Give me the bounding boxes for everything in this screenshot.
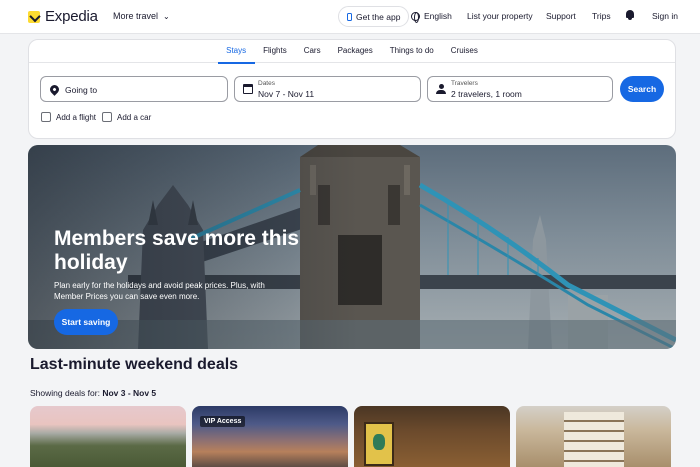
search-tabs: Stays Flights Cars Packages Things to do… xyxy=(29,40,675,64)
top-header: Expedia More travel ⌄ Get the app Englis… xyxy=(0,0,700,34)
deal-card-2[interactable]: VIP Access xyxy=(192,406,348,467)
hero-subtitle: Plan early for the holidays and avoid pe… xyxy=(54,281,265,301)
travelers-value: 2 travelers, 1 room xyxy=(451,89,522,99)
wall-art-image xyxy=(364,422,394,466)
tab-flights[interactable]: Flights xyxy=(255,40,296,63)
going-to-input[interactable]: Going to xyxy=(40,76,228,102)
deals-date-text: Showing deals for: Nov 3 - Nov 5 xyxy=(30,388,156,398)
map-pin-icon xyxy=(48,83,61,96)
tab-cars[interactable]: Cars xyxy=(295,40,329,63)
calendar-icon xyxy=(243,84,253,94)
checkbox-icon xyxy=(102,112,112,122)
travelers-field[interactable]: Travelers 2 travelers, 1 room xyxy=(427,76,613,102)
phone-icon xyxy=(347,12,352,21)
language-selector[interactable]: English xyxy=(411,11,452,23)
person-icon xyxy=(436,84,446,95)
add-flight-checkbox[interactable]: Add a flight xyxy=(41,112,96,122)
hero-title: Members save more this holiday xyxy=(54,227,300,274)
dates-value: Nov 7 - Nov 11 xyxy=(258,89,315,99)
bell-icon xyxy=(625,10,635,21)
shelf-image xyxy=(564,412,624,467)
deal-card-1[interactable] xyxy=(30,406,186,467)
get-app-label: Get the app xyxy=(356,11,401,22)
search-card: Stays Flights Cars Packages Things to do… xyxy=(28,39,676,139)
add-car-checkbox[interactable]: Add a car xyxy=(102,112,151,122)
more-travel-menu[interactable]: More travel ⌄ xyxy=(113,11,170,21)
tab-stays[interactable]: Stays xyxy=(217,40,255,64)
tab-cruises[interactable]: Cruises xyxy=(442,40,486,63)
globe-icon xyxy=(411,11,420,23)
deals-date-range: Nov 3 - Nov 5 xyxy=(102,388,157,398)
dates-field[interactable]: Dates Nov 7 - Nov 11 xyxy=(234,76,421,102)
support-link[interactable]: Support xyxy=(546,11,576,21)
deals-showing-prefix: Showing deals for: xyxy=(30,388,100,398)
start-saving-button[interactable]: Start saving xyxy=(54,309,118,335)
deal-card-4[interactable] xyxy=(516,406,671,467)
tab-packages[interactable]: Packages xyxy=(329,40,381,63)
language-label: English xyxy=(424,11,452,21)
going-to-placeholder: Going to xyxy=(65,85,98,95)
add-car-label: Add a car xyxy=(117,112,152,122)
dates-label: Dates xyxy=(258,80,275,87)
deals-heading: Last-minute weekend deals xyxy=(30,356,239,373)
vip-access-badge: VIP Access xyxy=(200,416,246,427)
hero-banner: Members save more this holiday Plan earl… xyxy=(28,145,676,349)
travelers-label: Travelers xyxy=(451,80,478,87)
add-flight-label: Add a flight xyxy=(56,112,97,122)
trips-link[interactable]: Trips xyxy=(592,11,611,21)
expedia-logo[interactable]: Expedia xyxy=(28,8,98,25)
sign-in-link[interactable]: Sign in xyxy=(652,11,678,21)
search-button[interactable]: Search xyxy=(620,76,664,102)
checkbox-icon xyxy=(41,112,51,122)
notifications-button[interactable] xyxy=(625,10,635,21)
tab-things-to-do[interactable]: Things to do xyxy=(381,40,442,63)
expedia-logo-icon xyxy=(28,10,40,23)
get-app-button[interactable]: Get the app xyxy=(338,6,410,27)
brand-name: Expedia xyxy=(45,8,98,25)
deal-card-3[interactable] xyxy=(354,406,510,467)
more-travel-label: More travel xyxy=(113,11,159,21)
chevron-down-icon: ⌄ xyxy=(163,11,170,21)
list-property-link[interactable]: List your property xyxy=(467,11,533,21)
